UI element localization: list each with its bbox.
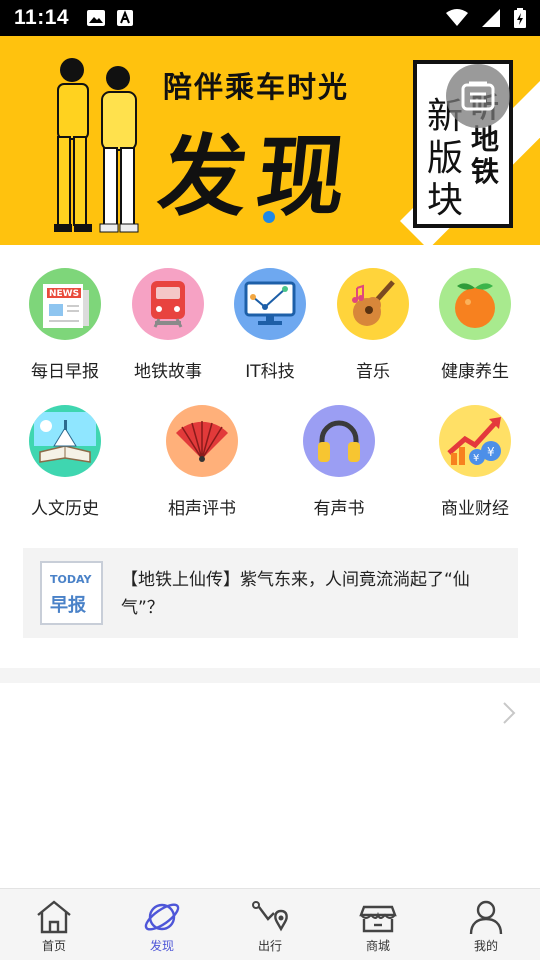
category-label: 音乐 — [356, 362, 390, 382]
svg-text:¥: ¥ — [487, 445, 495, 459]
news-icon: NEWS — [29, 268, 101, 340]
category-label: 健康养生 — [441, 362, 509, 382]
gallery-icon — [87, 10, 106, 26]
category-label: 有声书 — [313, 499, 365, 519]
status-time: 11:14 — [14, 6, 70, 29]
tab-discover[interactable]: 发现 — [108, 889, 216, 960]
store-icon — [359, 905, 397, 933]
metro-train-icon — [132, 268, 204, 340]
people-illustration — [54, 58, 139, 233]
category-music[interactable]: 音乐 — [323, 268, 423, 382]
banner-carousel[interactable]: 陪伴乘车时光 发现 新版块 听地铁 — [0, 36, 540, 245]
menu-card-icon — [461, 81, 495, 111]
category-daily-news[interactable]: NEWS 每日早报 — [15, 268, 115, 382]
guitar-icon — [337, 268, 409, 340]
banner-tagline: 陪伴乘车时光 — [163, 70, 350, 104]
tab-label: 出行 — [257, 939, 282, 953]
category-history[interactable]: 人文历史 — [15, 405, 115, 519]
status-bar: 11:14 — [0, 0, 540, 36]
category-label: 地铁故事 — [134, 362, 202, 382]
thumb-cn-label: 早报 — [50, 595, 86, 616]
svg-text:NEWS: NEWS — [49, 289, 79, 299]
planet-icon — [144, 903, 180, 931]
category-label: 商业财经 — [441, 499, 509, 519]
chevron-right-icon[interactable] — [500, 700, 518, 726]
category-label: 人文历史 — [31, 499, 99, 519]
book-landscape-icon — [29, 405, 101, 477]
banner-title: 发现 — [153, 125, 361, 228]
finance-chart-icon: ¥ ¥ — [439, 405, 511, 477]
signal-icon — [482, 9, 500, 27]
floating-menu-button[interactable] — [446, 64, 510, 128]
carousel-indicator-dot[interactable] — [263, 211, 275, 223]
bottom-tab-bar: 首页 发现 出行 商城 我的 — [0, 888, 540, 960]
headphones-icon — [303, 405, 375, 477]
svg-text:¥: ¥ — [473, 453, 479, 464]
news-card[interactable]: TODAY 早报 【地铁上仙传】紫气东来，人间竟流淌起了“仙气”？ — [23, 548, 518, 638]
category-label: 相声评书 — [168, 499, 236, 519]
category-crosstalk[interactable]: 相声评书 — [152, 405, 252, 519]
user-icon — [469, 900, 503, 935]
section-divider — [0, 668, 540, 683]
battery-icon — [514, 8, 526, 28]
tab-home[interactable]: 首页 — [0, 889, 108, 960]
wifi-icon — [446, 9, 468, 26]
category-audiobook[interactable]: 有声书 — [289, 405, 389, 519]
tab-mine[interactable]: 我的 — [432, 889, 540, 960]
folding-fan-icon — [166, 405, 238, 477]
orange-fruit-icon — [439, 268, 511, 340]
category-label: IT科技 — [245, 362, 295, 382]
thumb-en-label: TODAY — [50, 573, 92, 586]
category-it-tech[interactable]: IT科技 — [220, 268, 320, 382]
tab-label: 首页 — [41, 939, 66, 953]
monitor-icon — [234, 268, 306, 340]
tab-label: 商城 — [365, 939, 390, 953]
category-finance[interactable]: ¥ ¥ 商业财经 — [425, 405, 525, 519]
category-metro-story[interactable]: 地铁故事 — [118, 268, 218, 382]
tab-travel[interactable]: 出行 — [216, 889, 324, 960]
category-label: 每日早报 — [31, 362, 99, 382]
category-health[interactable]: 健康养生 — [425, 268, 525, 382]
news-headline: 【地铁上仙传】紫气东来，人间竟流淌起了“仙气”？ — [121, 570, 470, 618]
tab-store[interactable]: 商城 — [324, 889, 432, 960]
tab-label: 发现 — [149, 939, 174, 953]
today-news-thumbnail: TODAY 早报 — [40, 561, 103, 625]
text-a-icon — [117, 10, 134, 26]
route-icon — [252, 901, 288, 932]
tab-label: 我的 — [473, 939, 498, 953]
home-icon — [37, 900, 71, 934]
